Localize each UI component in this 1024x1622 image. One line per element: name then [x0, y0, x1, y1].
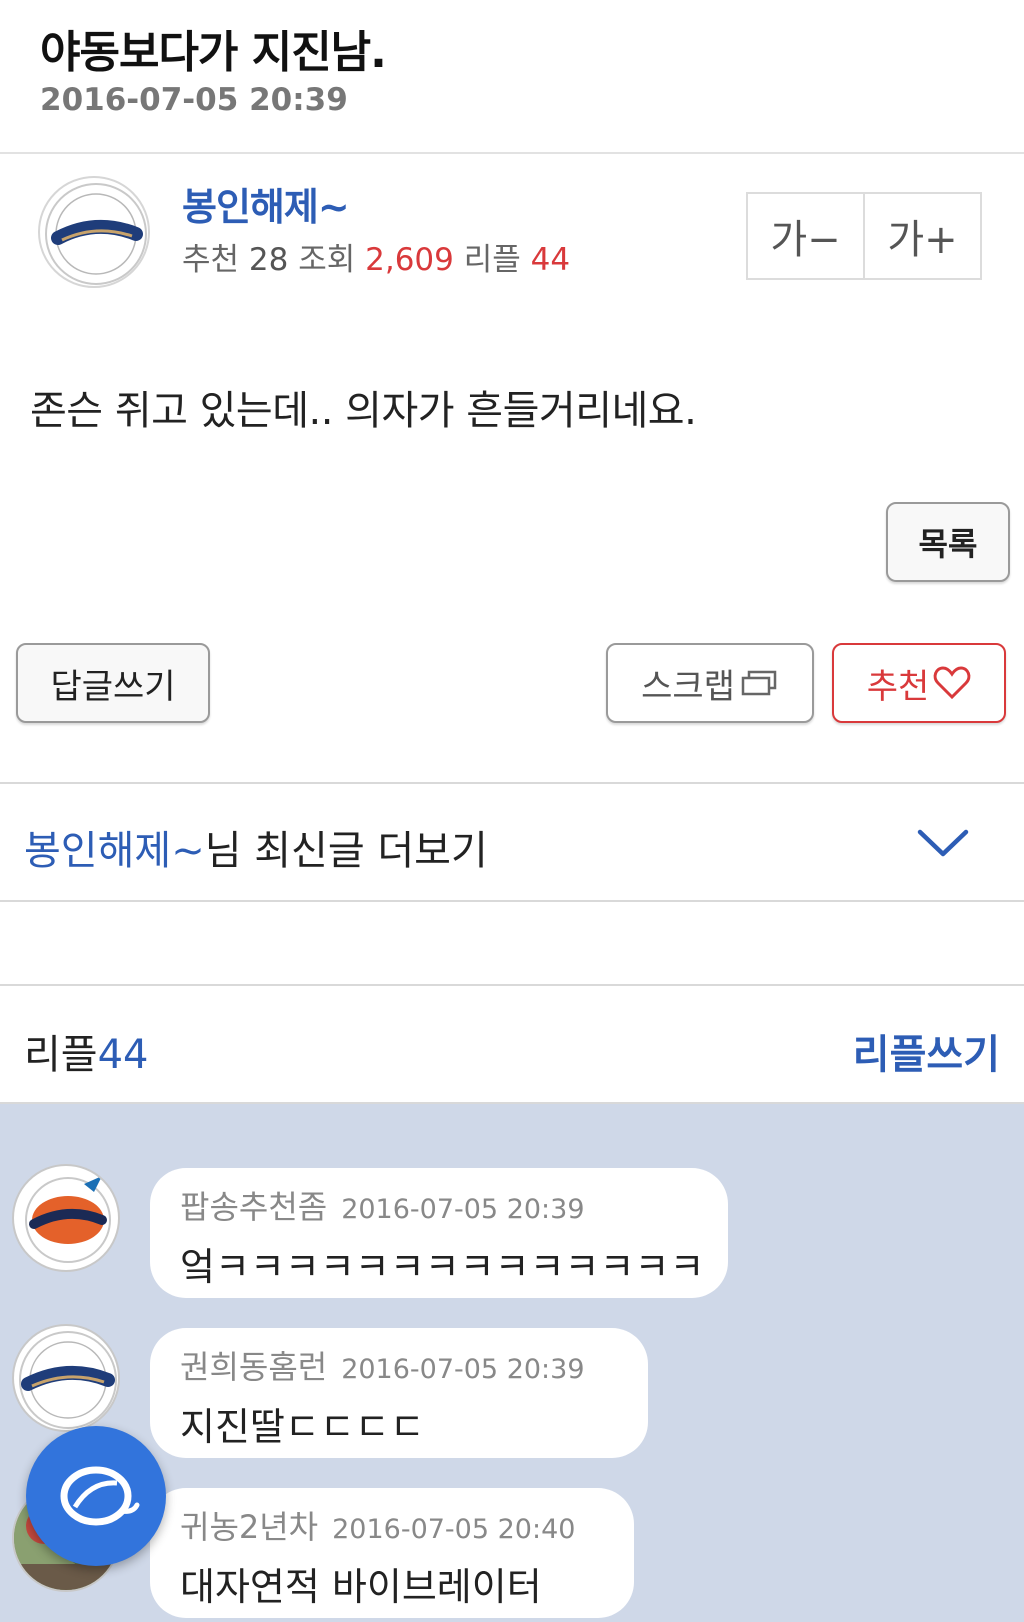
- comment-date: 2016-07-05 20:39: [341, 1194, 585, 1225]
- post-header: 야동보다가 지진남. 2016-07-05 20:39: [0, 0, 1024, 154]
- views-count: 2,609: [365, 242, 454, 278]
- more-posts-label: 봉인해제~님 최신글 더보기: [24, 818, 488, 876]
- post-title: 야동보다가 지진남.: [40, 27, 387, 78]
- replies-count: 44: [530, 242, 571, 278]
- nc-dinos-logo-icon[interactable]: [38, 176, 150, 288]
- recommend-button[interactable]: 추천: [832, 643, 1006, 723]
- comment-meta: 권희동홈런 2016-07-05 20:39: [180, 1342, 618, 1388]
- comment-text: 대자연적 바이브레이터: [180, 1565, 542, 1609]
- comment-text: 지진딸ㄷㄷㄷㄷ: [180, 1405, 425, 1449]
- comment-bubble: 팝송추천좀 2016-07-05 20:39 엌ㅋㅋㅋㅋㅋㅋㅋㅋㅋㅋㅋㅋㅋㅋ: [150, 1168, 728, 1298]
- comment-author[interactable]: 팝송추천좀: [180, 1188, 327, 1226]
- comment-author[interactable]: 귀농2년차: [180, 1508, 318, 1546]
- comment-author[interactable]: 권희동홈런: [180, 1348, 327, 1386]
- scrap-icon: [741, 670, 777, 696]
- comment-date: 2016-07-05 20:39: [341, 1354, 585, 1385]
- nc-dinos-logo-icon[interactable]: [12, 1324, 120, 1432]
- author-more-posts[interactable]: 봉인해제~님 최신글 더보기: [0, 782, 1024, 902]
- floating-app-button[interactable]: [26, 1426, 166, 1566]
- comment-text: 엌ㅋㅋㅋㅋㅋㅋㅋㅋㅋㅋㅋㅋㅋㅋ: [180, 1245, 705, 1289]
- font-decrease-button[interactable]: 가−: [748, 194, 863, 278]
- comment-item: 권희동홈런 2016-07-05 20:39 지진딸ㄷㄷㄷㄷ: [0, 1324, 1024, 1464]
- recommend-button-label: 추천: [866, 666, 930, 707]
- comment-bubble: 귀농2년차 2016-07-05 20:40 대자연적 바이브레이터: [150, 1488, 634, 1618]
- comment-meta: 팝송추천좀 2016-07-05 20:39: [180, 1182, 698, 1228]
- comment-item: 팝송추천좀 2016-07-05 20:39 엌ㅋㅋㅋㅋㅋㅋㅋㅋㅋㅋㅋㅋㅋㅋ: [0, 1164, 1024, 1304]
- scrap-button[interactable]: 스크랩: [606, 643, 814, 723]
- comment-list: 팝송추천좀 2016-07-05 20:39 엌ㅋㅋㅋㅋㅋㅋㅋㅋㅋㅋㅋㅋㅋㅋ 권희…: [0, 1104, 1024, 1622]
- heart-icon: [933, 666, 971, 700]
- font-size-controls: 가− 가+: [746, 192, 982, 280]
- write-reply-link[interactable]: 리플쓰기: [853, 1022, 1000, 1080]
- author-stats: 추천 28 조회 2,609 리플 44: [182, 234, 570, 279]
- scrap-label: 스크랩: [641, 666, 735, 707]
- recommend-label: 추천: [182, 242, 240, 278]
- comment-date: 2016-07-05 20:40: [332, 1514, 576, 1545]
- author-row: 봉인해제~ 추천 28 조회 2,609 리플 44 가− 가+: [0, 156, 1024, 306]
- post-date: 2016-07-05 20:39: [40, 82, 348, 118]
- giants-logo-icon[interactable]: [12, 1164, 120, 1272]
- views-label: 조회: [298, 242, 356, 278]
- reply-label: 리플: [24, 1032, 98, 1078]
- reply-number: 44: [97, 1032, 149, 1078]
- chevron-down-icon[interactable]: [916, 826, 970, 860]
- more-posts-nickname: 봉인해제~: [24, 828, 205, 874]
- more-posts-suffix: 님 최신글 더보기: [204, 828, 488, 874]
- list-button[interactable]: 목록: [886, 502, 1010, 582]
- replies-label: 리플: [463, 242, 521, 278]
- author-name[interactable]: 봉인해제~: [182, 176, 350, 231]
- comment-meta: 귀농2년차 2016-07-05 20:40: [180, 1502, 604, 1548]
- baseball-app-icon: [60, 1466, 140, 1526]
- font-increase-button[interactable]: 가+: [863, 194, 980, 278]
- reply-count: 리플44: [24, 1022, 149, 1080]
- recommend-count: 28: [248, 242, 289, 278]
- reply-header: 리플44 리플쓰기: [0, 986, 1024, 1104]
- reply-button[interactable]: 답글쓰기: [16, 643, 210, 723]
- post-body: 존슨 쥐고 있는데.. 의자가 흔들거리네요.: [30, 388, 697, 434]
- comment-bubble: 권희동홈런 2016-07-05 20:39 지진딸ㄷㄷㄷㄷ: [150, 1328, 648, 1458]
